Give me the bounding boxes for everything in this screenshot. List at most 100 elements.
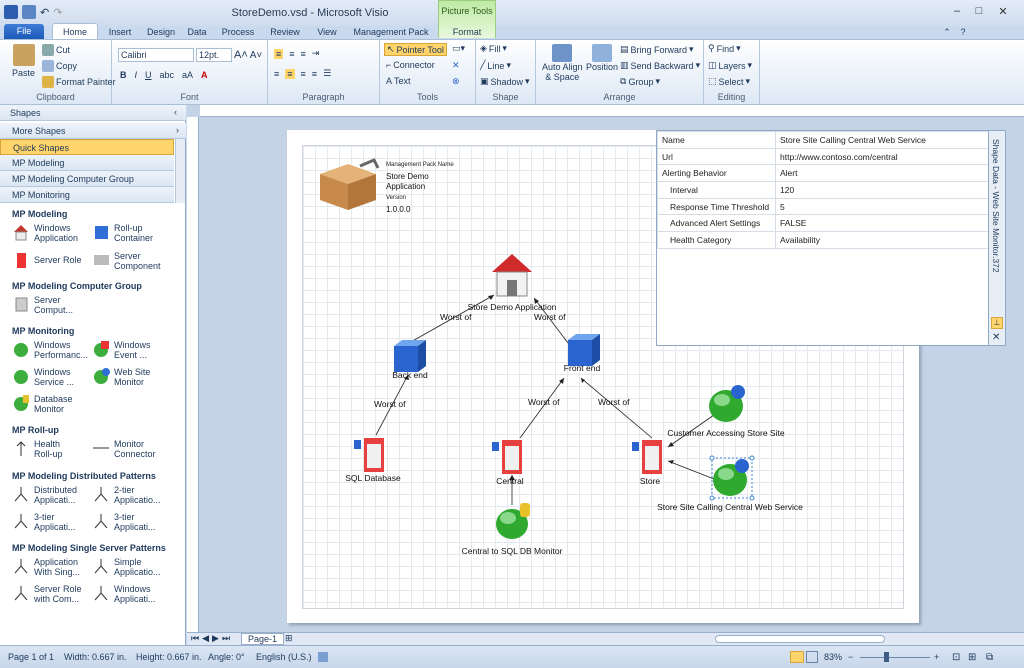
switch-windows-icon[interactable]: ⧉ xyxy=(986,652,993,663)
insert-page-icon[interactable]: ⊞ xyxy=(285,633,293,644)
zoom-in-icon[interactable]: + xyxy=(934,652,939,662)
text-button[interactable]: A Text xyxy=(386,76,411,86)
grow-font-icon[interactable]: A˄ xyxy=(234,49,248,61)
page-tab[interactable]: Page-1 xyxy=(241,633,285,645)
close-button[interactable]: ✕ xyxy=(994,5,1012,19)
shape-data-value[interactable]: FALSE xyxy=(775,214,989,233)
shape-database-monitor[interactable]: Database Monitor xyxy=(12,394,78,414)
shape-server-component[interactable]: Server Component xyxy=(92,251,164,271)
customer-web-monitor-icon[interactable] xyxy=(706,384,750,426)
shape-windows-application-pattern[interactable]: Windows Applicati... xyxy=(92,584,164,604)
shape-data-value[interactable]: http://www.contoso.com/central xyxy=(775,147,989,166)
connector-button[interactable]: ⌐ Connector xyxy=(386,60,435,70)
pin-icon[interactable]: ⊥ xyxy=(991,317,1003,329)
stencil-quick-shapes[interactable]: Quick Shapes xyxy=(0,139,174,155)
close-shape-data-icon[interactable]: ✕ xyxy=(992,332,1000,343)
align-right-icon[interactable]: ≡ xyxy=(301,69,306,79)
stencil-mp-modeling-computer-group[interactable]: MP Modeling Computer Group xyxy=(0,171,174,187)
presentation-icon[interactable] xyxy=(806,651,818,663)
central-sql-db-monitor-icon[interactable] xyxy=(494,500,534,542)
align-left-icon[interactable]: ≡ xyxy=(274,69,279,79)
shape-data-row[interactable]: Interval 120 xyxy=(657,181,989,199)
tab-data[interactable]: Data xyxy=(182,24,212,40)
bold-button[interactable]: B xyxy=(120,70,127,80)
tab-management-pack[interactable]: Management Pack xyxy=(350,24,432,40)
maximize-button[interactable]: □ xyxy=(970,5,988,19)
minimize-button[interactable]: – xyxy=(948,5,966,19)
auto-align-button[interactable]: Auto Align & Space xyxy=(542,44,583,82)
position-button[interactable]: Position xyxy=(586,44,618,72)
shape-server-role[interactable]: Server Role xyxy=(12,251,82,269)
font-family-select[interactable]: Calibri xyxy=(118,48,194,62)
stencil-mp-monitoring[interactable]: MP Monitoring xyxy=(0,187,174,203)
collapse-panel-icon[interactable]: ‹ xyxy=(174,107,177,117)
shape-data-row[interactable]: Name Store Site Calling Central Web Servi… xyxy=(657,131,989,149)
shape-windows-application[interactable]: Windows Application xyxy=(12,223,90,243)
stencil-scrollbar[interactable] xyxy=(175,139,185,203)
horizontal-ruler[interactable] xyxy=(200,105,1024,117)
tab-format[interactable]: Format xyxy=(438,24,496,40)
indent-icon[interactable]: ⇥ xyxy=(312,48,320,59)
shape-2tier-application[interactable]: 2-tier Applicatio... xyxy=(92,485,162,505)
shape-application-single-server[interactable]: Application With Sing... xyxy=(12,557,84,577)
layers-button[interactable]: ◫ Layers ▾ xyxy=(708,60,752,71)
edge-central-frontend[interactable] xyxy=(519,377,565,439)
stencil-mp-modeling[interactable]: MP Modeling xyxy=(0,155,174,171)
shrink-font-icon[interactable]: A˅ xyxy=(250,50,263,61)
zoom-slider[interactable] xyxy=(860,657,930,658)
shadow-button[interactable]: ▣ Shadow ▾ xyxy=(480,76,530,87)
shape-data-value[interactable]: Store Site Calling Central Web Service xyxy=(775,131,989,149)
tab-home[interactable]: Home xyxy=(52,24,98,40)
pointer-tool-button[interactable]: ↖ Pointer Tool xyxy=(384,43,447,56)
shape-rollup-container[interactable]: Roll-up Container xyxy=(92,223,174,243)
fill-button[interactable]: ◈ Fill ▾ xyxy=(480,43,507,54)
font-size-button[interactable]: aA xyxy=(182,70,193,80)
zoom-out-icon[interactable]: − xyxy=(848,652,853,662)
select-button[interactable]: ⬚ Select ▾ xyxy=(708,76,750,87)
group-button[interactable]: ⧉ Group ▾ xyxy=(620,76,660,87)
shape-data-value[interactable]: Alert xyxy=(775,164,989,183)
shape-health-rollup[interactable]: Health Roll-up xyxy=(12,439,74,459)
shape-data-row[interactable]: Health Category Availability xyxy=(657,231,989,249)
shape-web-site-monitor[interactable]: Web Site Monitor xyxy=(92,367,158,387)
central-server-icon[interactable] xyxy=(492,438,528,476)
shape-data-value[interactable]: 120 xyxy=(775,181,989,199)
find-button[interactable]: ⚲ Find ▾ xyxy=(708,43,741,54)
tab-insert[interactable]: Insert xyxy=(100,24,140,40)
shape-data-row[interactable]: Response Time Threshold 5 xyxy=(657,197,989,216)
send-backward-button[interactable]: ▥ Send Backward ▾ xyxy=(620,60,700,71)
status-language[interactable]: English (U.S.) xyxy=(256,652,312,662)
sql-server-icon[interactable] xyxy=(354,436,390,474)
help-icon[interactable]: ? xyxy=(956,24,970,40)
tab-review[interactable]: Review xyxy=(264,24,306,40)
paste-button[interactable]: Paste xyxy=(12,68,35,78)
tab-design[interactable]: Design xyxy=(140,24,182,40)
line-button[interactable]: ╱ Line ▾ xyxy=(480,60,511,71)
shape-data-row[interactable]: Url http://www.contoso.com/central xyxy=(657,147,989,166)
page-nav-arrows-icon[interactable]: ⏮◀▶⏭ xyxy=(191,633,233,644)
underline-button[interactable]: U xyxy=(145,70,152,80)
shape-data-row[interactable]: Advanced Alert Settings FALSE xyxy=(657,214,989,233)
application-house-icon[interactable] xyxy=(490,252,534,298)
align-middle-icon[interactable]: ≡ xyxy=(289,49,294,59)
connection-point-icon[interactable]: ⊗ xyxy=(452,76,460,87)
shape-data-value[interactable]: 5 xyxy=(775,197,989,216)
italic-button[interactable]: I xyxy=(135,70,138,80)
shape-simple-application[interactable]: Simple Applicatio... xyxy=(92,557,164,577)
stencil-more-shapes[interactable]: More Shapes xyxy=(0,123,186,139)
font-size-select[interactable]: 12pt. xyxy=(196,48,232,62)
bring-forward-button[interactable]: ▤ Bring Forward ▾ xyxy=(620,44,694,55)
vertical-ruler[interactable] xyxy=(187,117,199,632)
font-color-button[interactable]: A xyxy=(201,70,208,80)
shape-monitor-connector[interactable]: Monitor Connector xyxy=(92,439,160,459)
shape-3tier-application-a[interactable]: 3-tier Applicati... xyxy=(12,512,80,532)
rectangle-tool-icon[interactable]: ▭▾ xyxy=(452,43,465,54)
shape-data-value[interactable]: Availability xyxy=(775,231,989,249)
macro-icon[interactable] xyxy=(318,652,328,662)
horizontal-scrollbar[interactable] xyxy=(715,635,885,643)
bullets-icon[interactable]: ☰ xyxy=(323,68,331,79)
shape-windows-event[interactable]: Windows Event ... xyxy=(92,340,160,360)
copy-button[interactable]: Copy xyxy=(42,60,77,72)
align-center-icon[interactable]: ≡ xyxy=(285,68,295,79)
shape-server-computer[interactable]: Server Comput... xyxy=(12,295,78,315)
